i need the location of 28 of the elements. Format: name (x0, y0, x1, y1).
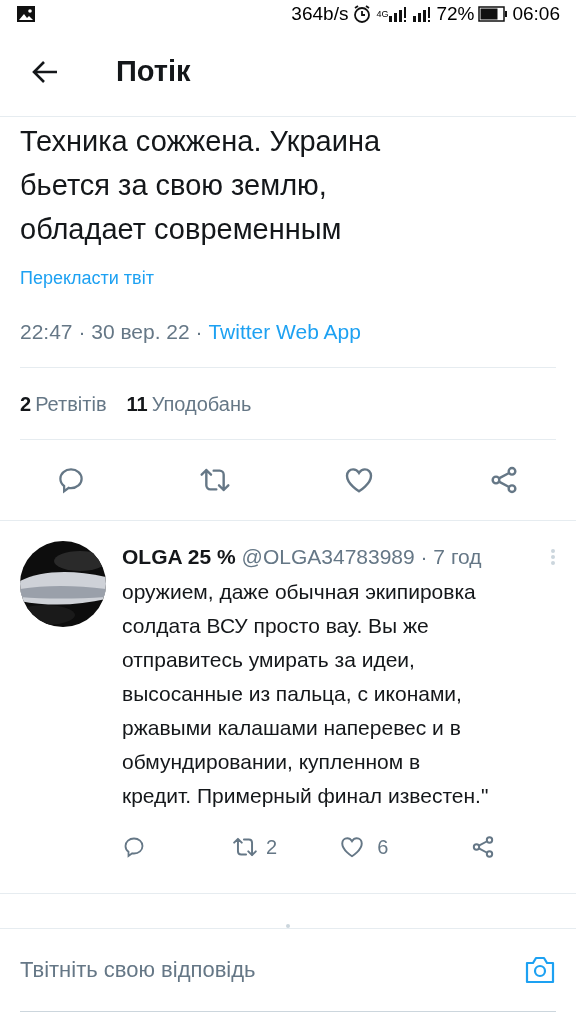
signal-icon (412, 6, 433, 23)
camera-icon[interactable] (524, 954, 556, 985)
network-type: 4G (376, 7, 389, 21)
author-handle-time: @OLGA34783989 · 7 год (241, 544, 482, 570)
back-arrow-icon (31, 60, 59, 84)
alarm-icon (352, 4, 373, 25)
battery-icon (478, 6, 509, 23)
like-count: 11 (126, 391, 148, 417)
reply-input-field[interactable]: Твітніть свою відповідь (20, 939, 524, 1000)
reply-icon[interactable] (56, 465, 86, 495)
network-speed: 364b/s (291, 2, 349, 26)
translate-link[interactable]: Перекласти твіт (20, 264, 556, 292)
retweet-count: 2 (266, 834, 278, 860)
reply-text: оружием, даже обычная экипировка солдата ВСУ просто вау. Вы же отправитесь умирать за идеи, высосанные из пальца, с иконами, ржавыми калашами наперевес и в обмундировании, купленном в кредит. Примерный финал известен." (122, 578, 490, 809)
tweet-text: Техника сожжена. Украина бьется за свою землю, обладает современным (20, 123, 382, 247)
tweet-timestamp: 22:47 · 30 вер. 22 · (20, 319, 204, 343)
signal-icon (388, 6, 409, 23)
page-title: Потік (116, 54, 191, 90)
clock: 06:06 (512, 2, 560, 26)
like-label: Уподобань (151, 391, 252, 417)
source-link[interactable]: Twitter Web App (208, 319, 361, 343)
retweet-label: Ретвітів (35, 391, 107, 417)
battery-percent: 72% (436, 2, 475, 26)
image-icon (16, 5, 36, 24)
share-icon[interactable] (470, 833, 496, 860)
like-count: 6 (377, 834, 389, 860)
retweet-count: 2 (20, 391, 32, 417)
author-name: OLGA 25 % (122, 544, 236, 570)
